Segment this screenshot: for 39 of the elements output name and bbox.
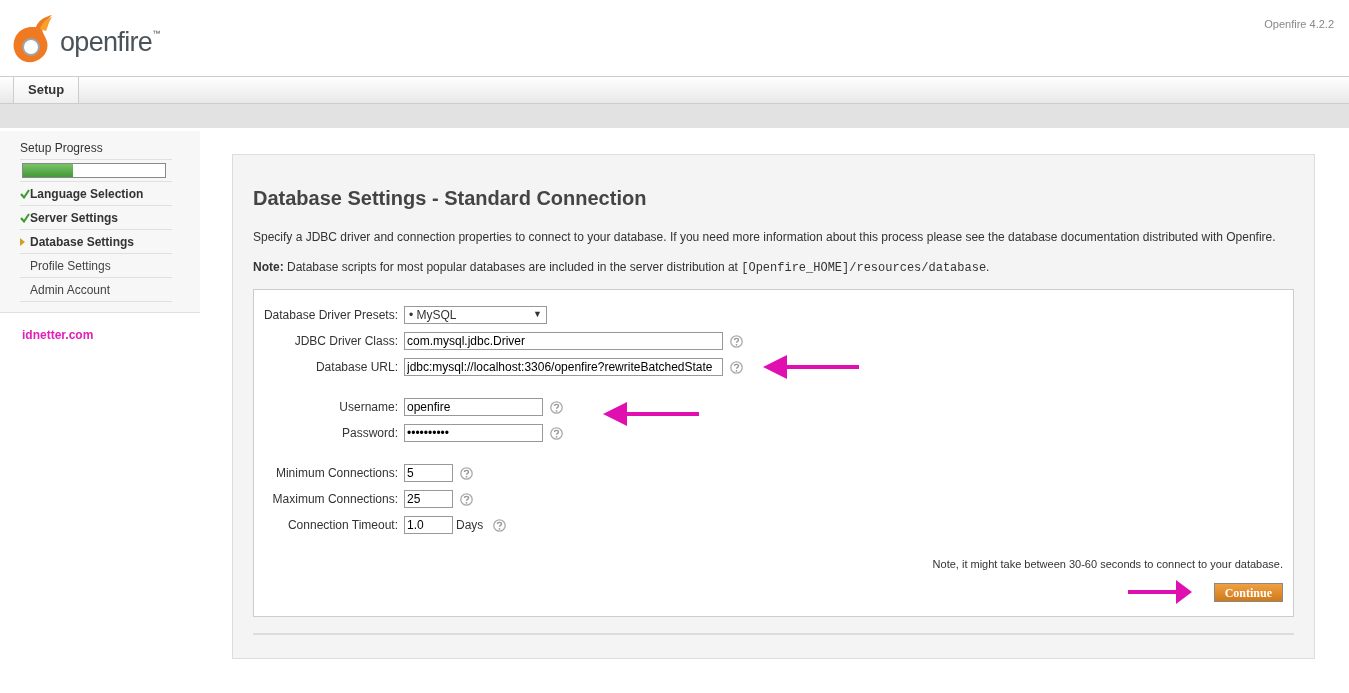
input-field[interactable]: 1.0 <box>404 516 453 534</box>
field-label: Maximum Connections: <box>271 491 399 508</box>
step-label[interactable]: Profile Settings <box>30 256 111 275</box>
help-icon[interactable] <box>730 334 743 348</box>
input-field[interactable]: 5 <box>404 464 453 482</box>
site-link[interactable]: idnetter.com <box>22 326 232 344</box>
driver-select[interactable]: • MySQL ▼ <box>404 306 547 324</box>
page-title: Database Settings - Standard Connection <box>253 186 648 211</box>
step-label[interactable]: Database Settings <box>30 232 135 251</box>
help-icon[interactable] <box>550 426 563 440</box>
field-label: Database URL: <box>314 359 399 376</box>
unit-text: Days <box>456 517 484 534</box>
input-field[interactable]: jdbc:mysql://localhost:3306/openfire?rewriteBatchedState <box>404 358 723 376</box>
field-label: JDBC Driver Class: <box>293 333 399 350</box>
field-label: Minimum Connections: <box>274 465 399 482</box>
input-field[interactable]: openfire <box>404 398 543 416</box>
footnote-text: Note, it might take between 30-60 seconds to connect to your database. <box>932 556 1283 572</box>
note-text: Note: Database scripts for most popular databases are included in the server distribution at [Openfire_HOME]/resources/database. <box>253 259 991 277</box>
input-field[interactable]: 25 <box>404 490 453 508</box>
help-icon[interactable] <box>730 360 743 374</box>
trademark-text: ™ <box>152 27 161 40</box>
step-label[interactable]: Server Settings <box>30 208 119 227</box>
field-label: Password: <box>340 425 399 442</box>
sidebar-title: Setup Progress <box>20 139 172 160</box>
step-label[interactable]: Admin Account <box>30 280 111 299</box>
help-icon[interactable] <box>460 466 473 480</box>
step-label[interactable]: Language Selection <box>30 184 144 203</box>
help-icon[interactable] <box>493 518 507 532</box>
input-field[interactable]: •••••••••• <box>404 424 543 442</box>
input-field[interactable]: com.mysql.jdbc.Driver <box>404 332 723 350</box>
field-label: Username: <box>338 399 399 416</box>
logo-text: openfire <box>60 25 153 59</box>
help-icon[interactable] <box>550 400 563 414</box>
field-label: Database Driver Presets: <box>262 307 399 324</box>
intro-text: Specify a JDBC driver and connection properties to connect to your database. If you need more information about this process please see the database documentation distributed with Openfire. <box>253 229 1277 246</box>
field-label: Connection Timeout: <box>286 517 399 534</box>
version-text: Openfire 4.2.2 <box>1264 17 1334 32</box>
setup-tab[interactable]: Setup <box>13 77 80 103</box>
help-icon[interactable] <box>460 492 473 506</box>
